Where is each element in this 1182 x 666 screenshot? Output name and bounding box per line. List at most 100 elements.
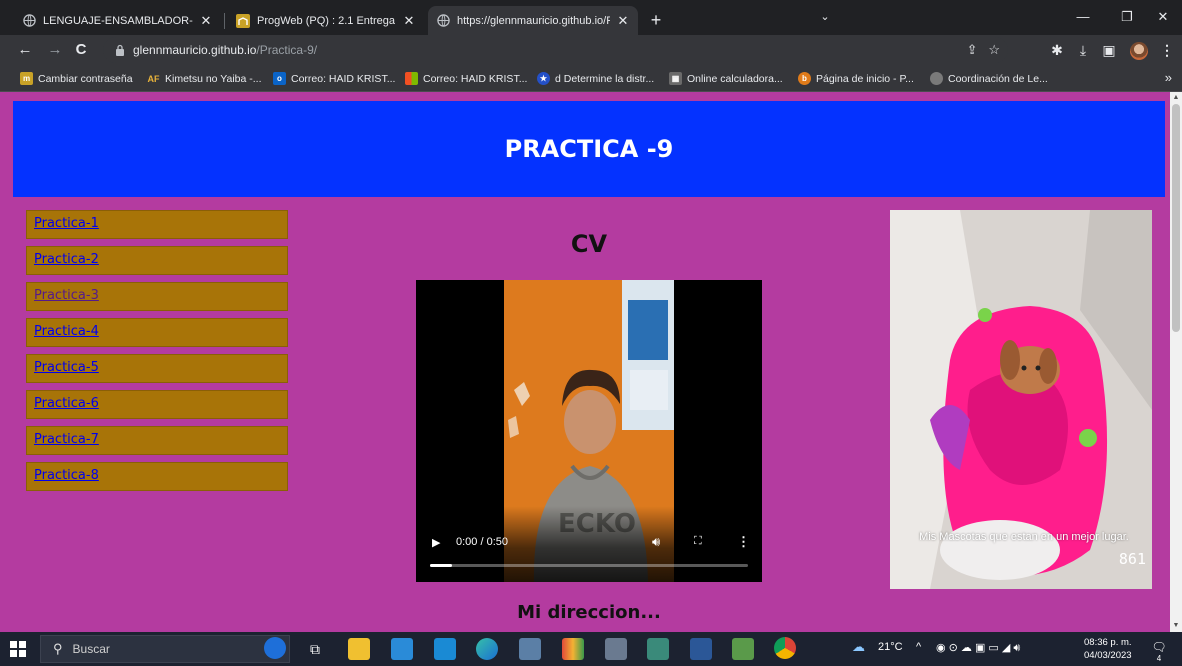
side-panel-icon[interactable]: ▣ — [1098, 39, 1120, 61]
lock-icon — [116, 44, 124, 56]
bookmark-label: Cambiar contraseña — [38, 72, 133, 85]
reload-icon[interactable]: C — [70, 38, 92, 62]
nav-link-practica-7[interactable]: Practica-7 — [26, 426, 288, 455]
bookmark-item[interactable]: Coordinación de Le... — [930, 70, 1048, 87]
bookmark-item[interactable]: AF Kimetsu no Yaiba -... — [147, 70, 262, 87]
nav-link-practica-4[interactable]: Practica-4 — [26, 318, 288, 347]
notification-icon[interactable]: 🗨︎4 — [1150, 640, 1168, 663]
kebab-menu-icon[interactable]: ⋮ — [1156, 39, 1178, 61]
clock-time: 08:36 p. m. — [1084, 637, 1132, 648]
address-heading: Mi direccion... — [517, 602, 661, 623]
new-tab-button[interactable]: + — [644, 8, 668, 32]
video-progress-fill — [430, 564, 453, 567]
fullscreen-icon[interactable]: ⛶ — [694, 535, 702, 548]
tab-lenguaje-ensamblador[interactable]: LENGUAJE-ENSAMBLADOR-Y-PR ✕ — [14, 6, 221, 35]
bookmark-label: Online calculadora... — [687, 72, 783, 85]
scroll-thumb[interactable] — [1172, 104, 1180, 332]
search-placeholder: Buscar — [72, 642, 110, 656]
bookmark-item[interactable]: ▦ Online calculadora... — [669, 70, 783, 87]
tray-status-icons[interactable]: ◉ ⊙ ☁ ▣ ▭ ◢ 🔊︎ — [936, 641, 1020, 655]
video-progress-track[interactable] — [430, 564, 748, 567]
nav-link-practica-2[interactable]: Practica-2 — [26, 246, 288, 275]
nav-link-practica-8[interactable]: Practica-8 — [26, 462, 288, 491]
outlook-icon: o — [273, 72, 286, 85]
task-view-icon[interactable]: ⧉ — [304, 638, 326, 660]
word-icon[interactable] — [690, 638, 712, 660]
close-window-button[interactable]: ✕ — [1140, 0, 1182, 35]
profile-avatar[interactable] — [1130, 42, 1148, 60]
minimize-button[interactable]: — — [1060, 0, 1106, 35]
globe-icon — [22, 14, 36, 28]
calculator-icon[interactable] — [647, 638, 669, 660]
scroll-down-icon[interactable]: ▼ — [1170, 620, 1182, 632]
tray-chevron-icon[interactable]: ^ — [916, 641, 921, 653]
app-icon[interactable] — [562, 638, 584, 660]
nav-link-practica-6[interactable]: Practica-6 — [26, 390, 288, 419]
tab-progweb[interactable]: ProgWeb (PQ) : 2.1 Entrega repor ✕ — [228, 6, 424, 35]
bookmark-item[interactable]: o Correo: HAID KRIST... — [273, 70, 395, 87]
cv-heading: CV — [570, 230, 608, 258]
scroll-up-icon[interactable]: ▲ — [1170, 92, 1182, 104]
notification-count: 4 — [1156, 654, 1162, 663]
video-controls: ▶ 0:00 / 0:50 🔊︎ ⛶ ⋮ — [416, 506, 762, 582]
omnibox-actions: ⇪ ☆ — [967, 42, 1000, 58]
moodle-icon: m — [20, 72, 33, 85]
weather-temp: 21°C — [878, 641, 903, 653]
bookmark-label: Página de inicio - P... — [816, 72, 914, 85]
tab-title: https://glennmauricio.github.io/F — [457, 14, 610, 27]
nav-link-practica-5[interactable]: Practica-5 — [26, 354, 288, 383]
close-icon[interactable]: ✕ — [402, 13, 416, 29]
seal-icon — [930, 72, 943, 85]
file-explorer-icon[interactable] — [348, 638, 370, 660]
notepad-icon[interactable] — [732, 638, 754, 660]
globe-icon — [436, 14, 450, 28]
system-clock[interactable]: 08:36 p. m. 04/03/2023 — [1084, 636, 1132, 662]
bookmark-item[interactable]: Correo: HAID KRIST... — [405, 70, 527, 87]
tab-glennmauricio[interactable]: https://glennmauricio.github.io/F ✕ — [428, 6, 638, 35]
play-icon[interactable]: ▶ — [432, 536, 440, 549]
close-icon[interactable]: ✕ — [616, 13, 630, 29]
url-text: glennmauricio.github.io/Practica-9/ — [133, 43, 317, 57]
browser-tab-strip: LENGUAJE-ENSAMBLADOR-Y-PR ✕ ProgWeb (PQ)… — [0, 0, 1182, 35]
bookmark-item[interactable]: b Página de inicio - P... — [798, 70, 914, 87]
pets-photo-stamp: 861 — [1118, 550, 1146, 568]
close-icon[interactable]: ✕ — [199, 13, 213, 29]
share-icon[interactable]: ⇪ — [967, 42, 978, 57]
windows-taskbar: ⚲ Buscar ⧉ ☁ 21°C ^ ◉ ⊙ ☁ ▣ ▭ ◢ 🔊︎ 08:36… — [0, 632, 1182, 666]
paint-icon[interactable] — [605, 638, 627, 660]
cv-video-player[interactable]: ECKO ▶ 0:00 / 0:50 🔊︎ ⛶ ⋮ — [416, 280, 762, 582]
bookmark-item[interactable]: ★ d Determine la distr... — [537, 70, 654, 87]
more-options-icon[interactable]: ⋮ — [737, 534, 750, 550]
nav-link-practica-1[interactable]: Practica-1 — [26, 210, 288, 239]
volume-icon[interactable]: 🔊︎ — [652, 534, 660, 550]
chevron-down-icon[interactable]: ⌄ — [802, 0, 848, 35]
bookmark-star-icon[interactable]: ☆ — [988, 42, 1000, 57]
bookmark-label: Correo: HAID KRIST... — [291, 72, 396, 85]
address-bar[interactable]: glennmauricio.github.io/Practica-9/ ⇪ ☆ — [103, 37, 1008, 63]
video-time: 0:00 / 0:50 — [456, 536, 508, 548]
windows-start-icon[interactable] — [10, 641, 26, 657]
page-title: PRACTICA -9 — [504, 135, 674, 163]
moodle-icon — [236, 13, 250, 28]
browser-toolbar: ← → C glennmauricio.github.io/Practica-9… — [0, 35, 1182, 65]
microsoft-icon — [405, 72, 418, 85]
store-icon[interactable] — [391, 638, 413, 660]
back-arrow-icon[interactable]: ← — [14, 38, 36, 62]
extensions-puzzle-icon[interactable]: ✱ — [1046, 39, 1068, 61]
mail-icon[interactable] — [434, 638, 456, 660]
weather-icon[interactable]: ☁ — [852, 639, 865, 655]
taskbar-search[interactable]: ⚲ Buscar — [40, 635, 290, 663]
chrome-icon[interactable] — [774, 637, 796, 659]
edge-icon[interactable] — [476, 638, 498, 660]
forward-arrow-icon[interactable]: → — [44, 38, 66, 62]
bookmarks-bar: m Cambiar contraseña AF Kimetsu no Yaiba -… — [0, 65, 1182, 92]
bookmark-item[interactable]: m Cambiar contraseña — [20, 70, 133, 87]
bing-icon[interactable] — [264, 637, 286, 659]
bookmarks-overflow-icon[interactable]: » — [1165, 70, 1172, 85]
download-icon[interactable]: ⤓ — [1072, 39, 1094, 61]
postgres-icon[interactable] — [519, 638, 541, 660]
bookmark-label: Correo: HAID KRIST... — [423, 72, 528, 85]
nav-link-practica-3[interactable]: Practica-3 — [26, 282, 288, 311]
page-scrollbar[interactable]: ▲ ▼ — [1170, 92, 1182, 632]
orange-circle-icon: b — [798, 72, 811, 85]
